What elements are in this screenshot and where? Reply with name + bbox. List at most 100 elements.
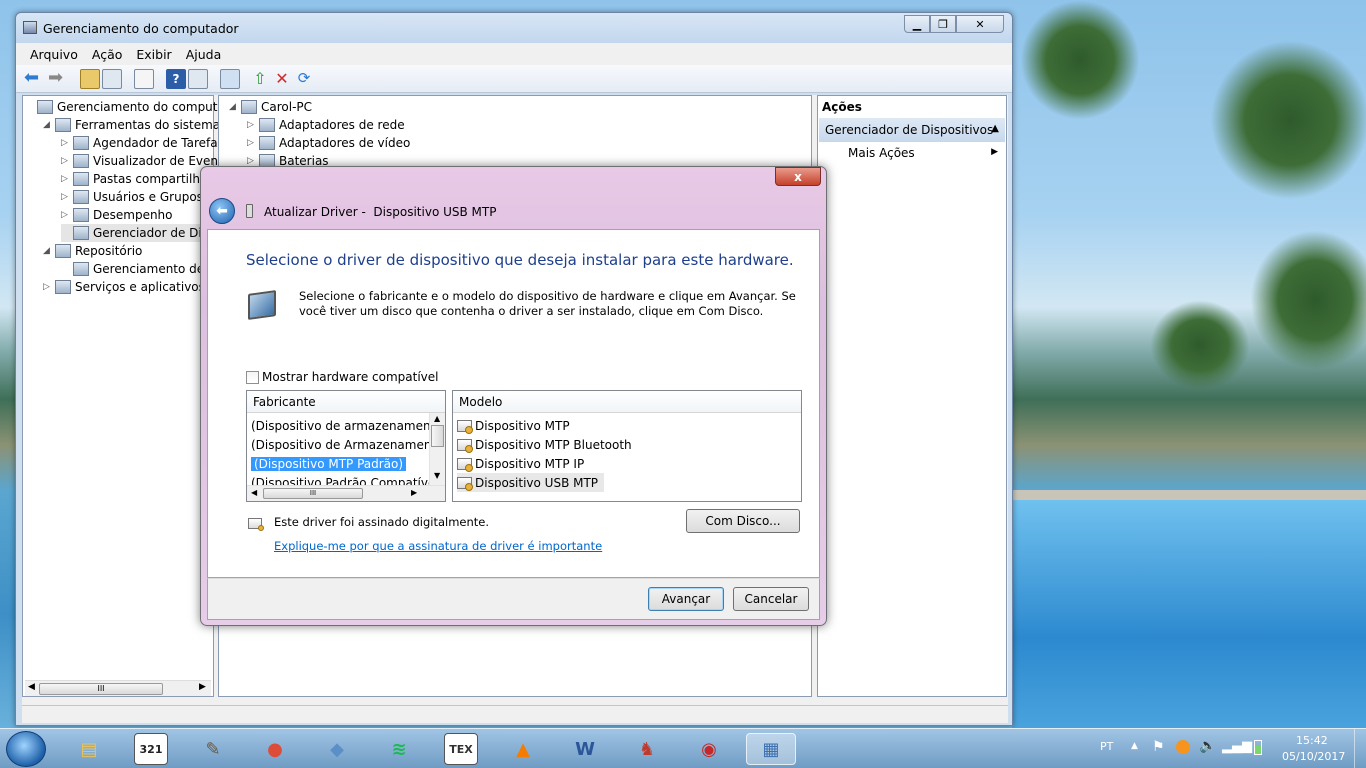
taskbar-red-app-button[interactable]: ◉ [692, 733, 726, 765]
tree-item[interactable]: Gerenciamento do computado [25, 98, 240, 116]
expand-arrow-icon[interactable]: ▷ [61, 174, 73, 184]
uninstall-device-icon[interactable]: ✕ [272, 69, 292, 89]
expand-arrow-icon[interactable]: ▷ [61, 210, 73, 220]
scroll-left-arrow-icon[interactable]: ◀ [28, 682, 35, 692]
vertical-scrollbar[interactable]: ▲ ▼ [429, 413, 445, 485]
action-pane-icon[interactable] [188, 69, 208, 89]
cancel-button[interactable]: Cancelar [733, 587, 809, 611]
model-item[interactable]: Dispositivo MTP IP [457, 454, 584, 473]
update-driver-icon[interactable]: ⇧ [250, 69, 270, 89]
minimize-button[interactable]: ▁ [904, 15, 930, 33]
battery-icon[interactable] [1254, 740, 1262, 755]
menu-exibir[interactable]: Exibir [136, 47, 171, 62]
taskbar-virtualbox-button[interactable]: ◆ [320, 733, 354, 765]
help-icon[interactable]: ? [166, 69, 186, 89]
model-item[interactable]: Dispositivo MTP [457, 416, 570, 435]
language-indicator[interactable]: PT [1100, 740, 1113, 753]
expand-arrow-icon[interactable]: ▷ [61, 156, 73, 166]
scroll-up-arrow-icon[interactable]: ▲ [434, 414, 440, 423]
properties-icon[interactable] [134, 69, 154, 89]
scroll-left-arrow-icon[interactable]: ◀ [251, 488, 257, 497]
volume-icon[interactable]: 🔈 [1199, 738, 1216, 754]
collapse-arrow-icon[interactable]: ▲ [991, 123, 999, 134]
start-button[interactable] [6, 731, 46, 767]
next-button[interactable]: Avançar [648, 587, 724, 611]
model-item[interactable]: Dispositivo MTP Bluetooth [457, 435, 632, 454]
scroll-thumb[interactable]: III [263, 488, 363, 499]
back-arrow-icon[interactable]: ⬅ [24, 69, 44, 89]
title-bar[interactable]: Gerenciamento do computador ▁ ❐ ✕ [16, 13, 1012, 43]
expand-arrow-icon[interactable]: ◢ [229, 102, 241, 112]
clock-date[interactable]: 05/10/2017 [1282, 750, 1345, 763]
more-actions-item[interactable]: Mais Ações ▶ [848, 146, 998, 164]
avast-icon[interactable] [1176, 740, 1190, 754]
expand-arrow-icon[interactable]: ▷ [247, 138, 259, 148]
taskbar-spotify-button[interactable]: ≋ [382, 733, 416, 765]
taskbar-chrome-button[interactable]: ● [258, 733, 292, 765]
horizontal-scrollbar[interactable]: ◀ III ▶ [25, 680, 211, 696]
manufacturer-item[interactable]: (Dispositivo MTP Padrão) [251, 454, 407, 473]
expand-arrow-icon[interactable]: ◢ [43, 246, 55, 256]
expand-arrow-icon[interactable]: ▷ [43, 282, 55, 292]
scroll-thumb[interactable] [431, 425, 444, 447]
network-signal-icon[interactable]: ▂▄▆ [1222, 739, 1252, 754]
tree-item[interactable]: ▷ Desempenho [61, 206, 173, 224]
taskbar-vlc-button[interactable]: ▲ [506, 733, 540, 765]
horizontal-scrollbar[interactable]: ◀ III ▶ [247, 485, 445, 501]
scroll-thumb[interactable]: III [39, 683, 163, 695]
tree-item[interactable]: ◢ Ferramentas do sistema [43, 116, 220, 134]
folder-up-icon[interactable] [80, 69, 100, 89]
menu-ajuda[interactable]: Ajuda [186, 47, 222, 62]
manufacturer-item[interactable]: (Dispositivo de armazenamento a [251, 416, 445, 435]
signing-info-link[interactable]: Explique-me por que a assinatura de driv… [274, 539, 602, 553]
tree-item[interactable]: Gerenciador de Dispo [61, 224, 223, 242]
scroll-right-arrow-icon[interactable]: ▶ [411, 488, 417, 497]
expand-arrow-icon[interactable]: ▷ [61, 192, 73, 202]
tree-item[interactable]: ▷ Agendador de Tarefas [61, 134, 224, 152]
expand-arrow-icon[interactable]: ▷ [247, 156, 259, 166]
show-hidden-icons-icon[interactable]: ▲ [1131, 741, 1138, 751]
tree-item[interactable]: ▷ Serviços e aplicativos [43, 278, 205, 296]
menu-acao[interactable]: Ação [92, 47, 123, 62]
taskbar-file-explorer-button[interactable]: ▤ [72, 733, 106, 765]
expand-arrow-icon[interactable]: ◢ [43, 120, 55, 130]
scroll-right-arrow-icon[interactable]: ▶ [199, 682, 206, 692]
model-header: Modelo [453, 391, 801, 413]
close-button[interactable]: ✕ [956, 15, 1004, 33]
show-desktop-button[interactable] [1354, 729, 1366, 768]
scroll-down-arrow-icon[interactable]: ▼ [434, 471, 440, 480]
taskbar-device-manager-button[interactable]: ▦ [746, 733, 796, 765]
actions-section-device-manager[interactable]: Gerenciador de Dispositivos ▲ [819, 118, 1005, 142]
tree-node-icon [73, 136, 89, 150]
expand-arrow-icon[interactable]: ▷ [247, 120, 259, 130]
tree-item[interactable]: ▷ Pastas compartilhada [61, 170, 222, 188]
taskbar-game-character-button[interactable]: ♞ [630, 733, 664, 765]
expand-arrow-icon[interactable]: ▷ [61, 138, 73, 148]
device-tree-item[interactable]: ▷ Adaptadores de vídeo [247, 134, 410, 152]
model-list[interactable]: Modelo Dispositivo MTP Dispositivo MTP Bl… [452, 390, 802, 502]
back-button[interactable]: ⬅ [209, 198, 235, 224]
maximize-button[interactable]: ❐ [930, 15, 956, 33]
action-center-flag-icon[interactable]: ⚑ [1152, 739, 1165, 755]
tree-item-label: Ferramentas do sistema [75, 118, 221, 132]
dialog-close-button[interactable]: x [775, 167, 821, 186]
forward-arrow-icon[interactable]: ➡ [48, 69, 68, 89]
menu-arquivo[interactable]: Arquivo [30, 47, 78, 62]
model-item[interactable]: Dispositivo USB MTP [457, 473, 605, 492]
taskbar-media-player-classic-button[interactable]: 321 [134, 733, 168, 765]
taskbar-word-button[interactable]: W [568, 733, 602, 765]
clock-time[interactable]: 15:42 [1296, 734, 1328, 747]
enable-device-icon[interactable]: ⟳ [294, 69, 314, 89]
manufacturer-item[interactable]: (Dispositivo de Armazenamento [251, 435, 444, 454]
taskbar-tex-button[interactable]: TEX [444, 733, 478, 765]
device-tree-item[interactable]: ◢ Carol-PC [229, 98, 312, 116]
show-compatible-checkbox[interactable] [246, 371, 259, 384]
tree-item[interactable]: ◢ Repositório [43, 242, 142, 260]
device-tree-item[interactable]: ▷ Adaptadores de rede [247, 116, 405, 134]
manufacturer-label: (Dispositivo de Armazenamento [251, 437, 444, 452]
manufacturer-list[interactable]: Fabricante (Dispositivo de armazenamento… [246, 390, 446, 502]
scan-hardware-icon[interactable] [220, 69, 240, 89]
have-disk-button[interactable]: Com Disco... [686, 509, 800, 533]
show-hide-tree-icon[interactable] [102, 69, 122, 89]
taskbar-gimp-button[interactable]: ✎ [196, 733, 230, 765]
